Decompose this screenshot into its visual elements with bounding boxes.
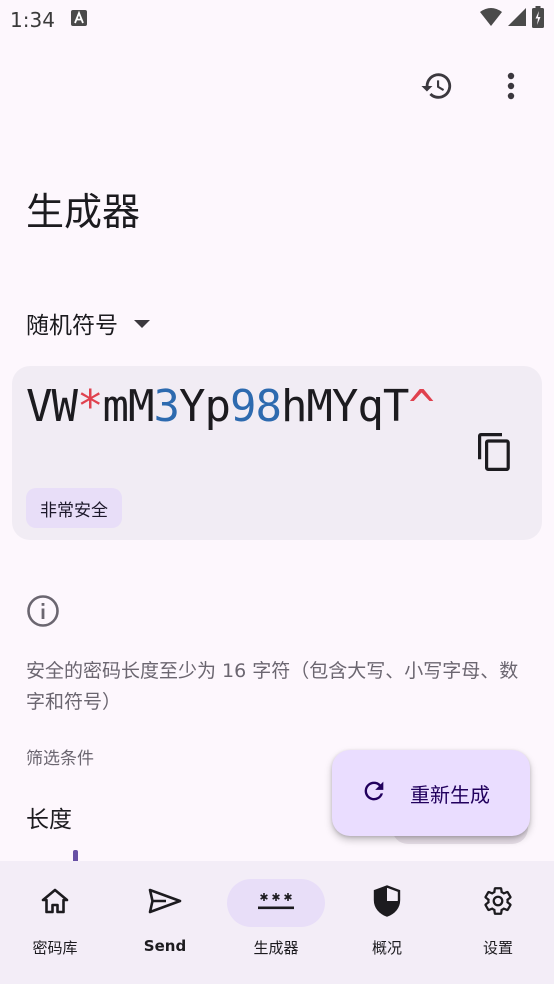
nav-item-vault-indicator — [6, 879, 104, 927]
refresh-icon — [360, 777, 388, 809]
nav-label: 概况 — [371, 939, 402, 957]
nav-item-overview-indicator — [338, 879, 436, 927]
password-segment: ^ — [408, 381, 434, 432]
length-label: 长度 — [26, 807, 72, 833]
filter-section-label: 筛选条件 — [26, 749, 94, 769]
password-length-hint: 安全的密码长度至少为 16 字符（包含大写、小写字母、数字和符号） — [26, 660, 519, 713]
nav-item-generator-indicator — [227, 879, 325, 927]
password-segment: * — [76, 381, 103, 432]
password-card: VW*mM3Yp98hMYqT^ 非常安全 — [12, 366, 542, 540]
shield-icon — [373, 885, 401, 921]
password-segment: 98 — [229, 381, 282, 432]
signal-icon — [508, 7, 526, 31]
nav-item-settings[interactable]: 设置 — [443, 879, 553, 969]
regenerate-button[interactable]: 重新生成 — [332, 750, 530, 836]
password-segment: 3 — [153, 381, 179, 432]
generator-type-select[interactable]: 随机符号 — [26, 306, 150, 340]
history-icon[interactable] — [413, 62, 461, 110]
nav-label: Send — [143, 937, 187, 955]
status-icons — [480, 6, 544, 32]
status-time: 1:34 — [10, 8, 55, 32]
a-notification-icon — [71, 10, 87, 26]
strength-badge: 非常安全 — [26, 488, 122, 528]
home-icon — [40, 887, 70, 919]
more-vert-icon[interactable] — [487, 62, 535, 110]
generated-password[interactable]: VW*mM3Yp98hMYqT^ — [26, 385, 466, 429]
page-title: 生成器 — [26, 190, 141, 234]
copy-icon[interactable] — [470, 428, 518, 476]
send-icon — [148, 888, 182, 918]
bottom-navigation: 密码库 Send 生成器 概况 设置 — [0, 861, 554, 984]
nav-label: 生成器 — [253, 939, 299, 957]
password-segment: mM — [102, 381, 154, 432]
dropdown-arrow-icon — [134, 314, 150, 333]
password-icon — [257, 891, 295, 915]
nav-item-settings-indicator — [449, 879, 547, 927]
wifi-icon — [480, 7, 502, 31]
info-icon — [26, 594, 60, 628]
nav-item-overview[interactable]: 概况 — [332, 879, 442, 969]
nav-item-vault[interactable]: 密码库 — [0, 879, 110, 969]
generator-type-label: 随机符号 — [26, 313, 118, 339]
battery-icon — [532, 6, 544, 32]
password-segment: Yp — [178, 381, 231, 432]
gear-icon — [482, 885, 514, 921]
nav-label: 密码库 — [32, 939, 78, 957]
password-segment: VW — [26, 381, 78, 432]
password-segment: hMYqT — [280, 381, 409, 432]
nav-label: 设置 — [482, 939, 513, 957]
nav-item-generator[interactable]: 生成器 — [221, 879, 331, 969]
nav-item-send-indicator — [116, 879, 214, 927]
regenerate-label: 重新生成 — [410, 782, 490, 807]
nav-item-send[interactable]: Send — [110, 879, 220, 969]
